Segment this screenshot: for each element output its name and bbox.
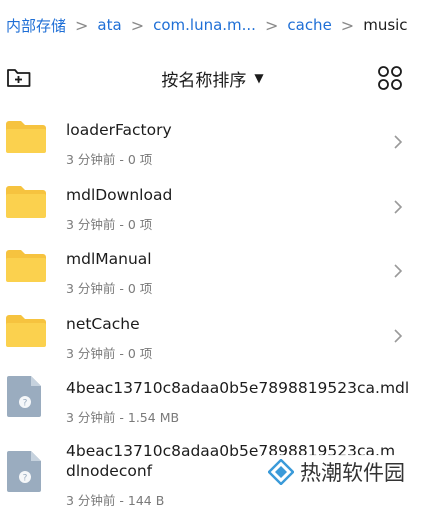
list-item-mdldownload[interactable]: mdlDownload 3 分钟前 - 0 项 — [0, 169, 425, 234]
list-item-file-mdl[interactable]: ? 4beac13710c8adaa0b5e7898819523ca.mdl 3… — [0, 362, 425, 427]
sort-label: 按名称排序 — [161, 70, 247, 91]
item-meta: 3 分钟前 - 0 项 — [66, 281, 153, 296]
folder-icon — [4, 249, 48, 287]
folder-icon — [4, 120, 48, 158]
svg-text:?: ? — [23, 399, 28, 409]
watermark-text: 热潮软件园 — [300, 461, 405, 485]
breadcrumb-music: music — [363, 16, 408, 34]
chevron-right-icon: > — [340, 15, 355, 35]
item-meta: 3 分钟前 - 0 项 — [66, 216, 153, 232]
item-meta: 3 分钟前 - 1.54 MB — [66, 410, 180, 425]
watermark-logo-icon — [268, 459, 294, 485]
item-meta: 3 分钟前 - 144 B — [66, 492, 165, 508]
unknown-file-icon: ? — [6, 449, 44, 497]
toolbar: 按名称排序 ▼ — [0, 52, 425, 104]
sort-by-name-button[interactable]: 按名称排序 ▼ — [0, 52, 425, 104]
breadcrumb-cache[interactable]: cache — [287, 16, 331, 34]
list-item-loaderfactory[interactable]: loaderFactory 3 分钟前 - 0 项 — [0, 104, 425, 169]
item-name: mdlDownload — [66, 185, 173, 204]
chevron-right-icon — [393, 328, 403, 348]
watermark: 热潮软件园 — [262, 455, 411, 489]
grid-view-icon[interactable] — [377, 65, 403, 95]
svg-text:?: ? — [23, 473, 28, 483]
item-meta: 3 分钟前 - 0 项 — [66, 152, 153, 167]
list-item-mdlmanual[interactable]: mdlManual 3 分钟前 - 0 项 — [0, 233, 425, 298]
unknown-file-icon: ? — [6, 374, 44, 422]
chevron-right-icon: > — [75, 15, 89, 35]
chevron-right-icon — [393, 263, 403, 283]
chevron-right-icon — [393, 134, 403, 154]
folder-icon — [4, 185, 48, 223]
breadcrumb-ata[interactable]: ata — [97, 16, 121, 34]
item-meta: 3 分钟前 - 0 项 — [66, 345, 153, 361]
chevron-right-icon: > — [130, 15, 145, 35]
list-item-netcache[interactable]: netCache 3 分钟前 - 0 项 — [0, 298, 425, 363]
breadcrumb: 内部存储 > ata > com.luna.m... > cache > mus… — [0, 0, 425, 50]
item-name: mdlManual — [66, 250, 152, 268]
folder-icon — [4, 314, 48, 352]
caret-down-icon: ▼ — [254, 71, 264, 85]
breadcrumb-internal-storage[interactable]: 内部存储 — [6, 15, 66, 36]
item-name: 4beac13710c8adaa0b5e7898819523ca.mdl — [66, 379, 410, 397]
breadcrumb-com-luna[interactable]: com.luna.m... — [153, 16, 256, 34]
item-name: netCache — [66, 314, 140, 333]
chevron-right-icon — [393, 199, 403, 219]
new-folder-icon[interactable] — [6, 65, 32, 93]
item-name: loaderFactory — [66, 121, 172, 139]
chevron-right-icon: > — [264, 15, 279, 35]
